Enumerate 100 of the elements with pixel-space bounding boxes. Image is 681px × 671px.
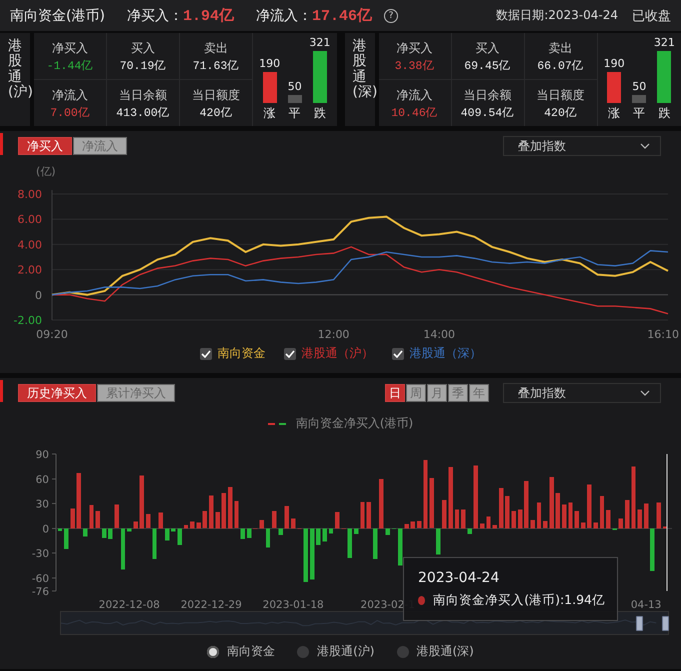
bar [360, 502, 365, 528]
stat-value: 409.54亿 [460, 106, 514, 120]
bar [140, 476, 144, 528]
stat-label: 当日余额 [464, 86, 512, 104]
bar [310, 528, 314, 580]
market-status: 已收盘 [632, 8, 671, 24]
stat-value: 7.00亿 [50, 106, 90, 120]
stat-value: 3.38亿 [394, 58, 434, 72]
tooltip-date: 2023-04-24 [418, 570, 500, 586]
net-inflow-value: 17.46亿 [312, 6, 372, 25]
bar [291, 518, 296, 528]
chart-tab[interactable]: 历史净买入 [18, 384, 96, 402]
caret-icon [640, 390, 650, 396]
net-buy-label: 净买入： [126, 6, 183, 24]
axis-tick-label: 30 [36, 498, 49, 511]
legend-icon [268, 422, 286, 426]
bar [215, 512, 220, 528]
axis-tick-label: 90 [36, 449, 49, 461]
bar [222, 492, 226, 528]
bar [530, 520, 535, 528]
axis-tick-label: 04-13 [630, 599, 662, 611]
stat-label: 卖出 [204, 40, 228, 56]
axis-tick-label: 12:00 [318, 328, 350, 341]
stat-label: 当日余额 [119, 86, 167, 104]
stat-label: 净流入 [396, 86, 432, 104]
axis-tick-label: -60 [32, 572, 49, 585]
axis-tick-label: 14:00 [423, 328, 456, 341]
radio-button[interactable] [396, 646, 408, 658]
axis-tick-label: 16:10 [647, 328, 679, 341]
index-dropdown[interactable]: 叠加指数 [503, 136, 661, 156]
bar [580, 522, 586, 528]
radio-button[interactable] [207, 646, 220, 658]
page-title: 南向资金(港币) [10, 6, 105, 24]
bar [184, 525, 188, 528]
axis-tick-label: 60 [36, 474, 49, 486]
bar [316, 528, 321, 545]
stat-value: 10.46亿 [391, 106, 438, 120]
bar [127, 528, 132, 532]
axis-tick-label: 6.00 [18, 213, 42, 226]
range-handle[interactable] [636, 616, 643, 631]
stat-value: 420亿 [544, 106, 577, 120]
axis-tick-label: 8.00 [18, 188, 42, 201]
bar [348, 528, 352, 558]
checkbox[interactable] [392, 348, 404, 360]
tooltip-value: 南向资金净买入(港币):1.94亿 [433, 592, 605, 609]
help-icon[interactable]: ? [384, 8, 398, 22]
count-label: 跌 [314, 105, 326, 122]
bar [562, 504, 566, 528]
count-label: 平 [288, 105, 301, 122]
axis-tick-label: 2022-12-29 [180, 599, 242, 611]
bar [322, 528, 327, 542]
count-value: 50 [632, 80, 646, 93]
bar [512, 510, 516, 528]
period-tab[interactable]: 日 [385, 384, 405, 402]
count-value: 190 [604, 57, 625, 70]
stat-label: 净买入 [396, 40, 432, 56]
range-handle[interactable] [662, 616, 669, 631]
stat-label: 卖出 [548, 40, 572, 56]
bar [234, 501, 239, 528]
bar [543, 520, 548, 528]
bar [171, 528, 176, 532]
bar [366, 502, 371, 528]
bar [178, 528, 182, 545]
bar [83, 528, 88, 537]
radio-button[interactable] [297, 646, 310, 658]
bar [89, 505, 94, 528]
count-bar [607, 72, 622, 103]
net-inflow-label: 净流入： [256, 6, 312, 24]
count-bar [657, 51, 672, 103]
axis-tick-label: 2022-12-08 [98, 599, 160, 611]
bar [266, 528, 270, 548]
bar [454, 509, 460, 528]
bar [354, 528, 358, 534]
stat-value: 69.45亿 [464, 58, 511, 72]
bar [417, 520, 422, 528]
bar [278, 528, 283, 535]
bar [423, 460, 428, 528]
bar [164, 528, 170, 541]
bar [260, 520, 264, 528]
bar [152, 528, 157, 559]
stat-label: 净流入 [52, 86, 88, 104]
count-label: 跌 [658, 105, 670, 122]
stat-label: 买入 [131, 40, 155, 56]
bar [158, 512, 163, 528]
axis-tick-label: -2.00 [14, 314, 42, 327]
bar [467, 528, 472, 534]
bar [587, 484, 592, 528]
checkbox[interactable] [200, 348, 212, 360]
bar [228, 487, 232, 528]
checkbox[interactable] [284, 348, 296, 360]
count-label: 涨 [608, 105, 620, 122]
bar [284, 506, 290, 528]
radio-label: 南向资金 [227, 643, 276, 660]
chart-tab[interactable]: 净买入 [18, 137, 72, 155]
bar [372, 528, 378, 559]
bar [480, 523, 484, 528]
bar [436, 528, 440, 555]
axis-tick-label: -76 [32, 586, 49, 598]
index-dropdown[interactable]: 叠加指数 [503, 383, 661, 403]
series-dot-icon [418, 596, 426, 605]
